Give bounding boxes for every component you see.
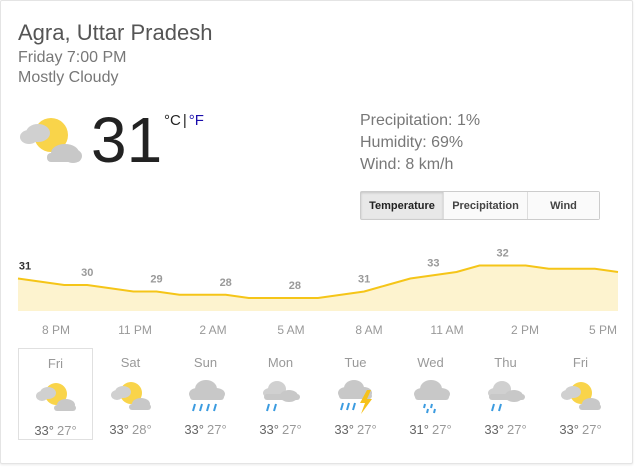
day-name: Wed xyxy=(417,355,444,370)
partly-cloudy-icon xyxy=(560,382,601,410)
time-label: 8 AM xyxy=(355,323,383,337)
low-temp: 27° xyxy=(282,422,302,437)
high-temp: 33° xyxy=(184,422,204,437)
precipitation-stat: Precipitation: 1% xyxy=(360,112,481,129)
wind-stat: Wind: 8 km/h xyxy=(360,156,454,173)
temperature-data-label: 29 xyxy=(150,274,162,286)
forecast-day[interactable]: Thu 33° 27° xyxy=(468,348,543,440)
time-label: 8 PM xyxy=(41,323,71,337)
forecast-day[interactable]: Wed 31° 27° xyxy=(393,348,468,440)
temperature-data-label: 28 xyxy=(220,277,232,289)
low-temp: 27° xyxy=(57,423,77,438)
temperature-chart[interactable]: 31 30 29 28 28 31 33 32 xyxy=(17,237,619,317)
day-name: Sat xyxy=(120,355,141,370)
high-temp: 33° xyxy=(559,422,579,437)
low-temp: 27° xyxy=(582,422,602,437)
high-temp: 31° xyxy=(409,422,429,437)
time-label: 2 PM xyxy=(510,323,540,337)
partly-cloudy-icon xyxy=(20,118,82,163)
temperature-data-label: 30 xyxy=(81,267,93,279)
condition-text: Mostly Cloudy xyxy=(18,69,119,86)
tab-wind[interactable]: Wind xyxy=(528,192,599,219)
high-temp: 33° xyxy=(334,422,354,437)
forecast-day[interactable]: Sun 33° 27° xyxy=(168,348,243,440)
weather-header: Agra, Uttar Pradesh Friday 7:00 PM Mostl… xyxy=(18,20,212,88)
unit-separator: | xyxy=(182,112,187,129)
location-title: Agra, Uttar Pradesh xyxy=(18,20,213,45)
day-name: Mon xyxy=(267,355,294,370)
day-name: Fri xyxy=(572,355,589,370)
unit-toggle: °C | °F xyxy=(164,112,204,129)
tab-precipitation[interactable]: Precipitation xyxy=(444,192,528,219)
partly-cloudy-icon xyxy=(110,382,151,410)
low-temp: 27° xyxy=(207,422,227,437)
partly-cloudy-icon xyxy=(35,383,76,411)
temperature-data-label: 32 xyxy=(496,248,508,260)
forecast-day[interactable]: Mon 33° 27° xyxy=(243,348,318,440)
rain-icon xyxy=(188,380,225,412)
light-rain-icon xyxy=(413,380,450,414)
time-label: 2 AM xyxy=(199,323,227,337)
forecast-day[interactable]: Fri 33° 27° xyxy=(543,348,618,440)
day-name: Sun xyxy=(193,355,218,370)
low-temp: 27° xyxy=(432,422,452,437)
low-temp: 27° xyxy=(357,422,377,437)
time-label: 5 AM xyxy=(277,323,305,337)
time-label: 11 AM xyxy=(430,323,464,337)
celsius-unit[interactable]: °C xyxy=(164,112,181,129)
weather-stats: Precipitation: 1% Humidity: 69% Wind: 8 … xyxy=(360,110,480,176)
forecast-day[interactable]: Sat 33° 28° xyxy=(93,348,168,440)
day-name: Fri xyxy=(47,356,64,371)
temperature-data-label: 33 xyxy=(427,257,439,269)
day-name: Thu xyxy=(494,355,517,370)
temperature-data-label: 28 xyxy=(289,280,301,292)
chart-tabs: Temperature Precipitation Wind xyxy=(360,191,600,220)
high-temp: 33° xyxy=(109,422,129,437)
daily-forecast: Fri 33° 27° Sat 33° 28° Sun 33° 27° Mon 33°… xyxy=(18,348,618,440)
high-temp: 33° xyxy=(484,422,504,437)
scattered-showers-icon xyxy=(487,381,525,412)
current-temperature: 31 xyxy=(91,104,163,176)
forecast-day[interactable]: Fri 33° 27° xyxy=(18,348,93,440)
time-axis: 8 PM 11 PM 2 AM 5 AM 8 AM 11 AM 2 PM 5 P… xyxy=(18,323,618,337)
tab-temperature[interactable]: Temperature xyxy=(361,192,444,219)
high-temp: 33° xyxy=(34,423,54,438)
fahrenheit-unit-link[interactable]: °F xyxy=(189,112,204,129)
low-temp: 27° xyxy=(507,422,527,437)
temperature-chart-svg: 31 30 29 28 28 31 33 32 xyxy=(17,248,619,311)
thunderstorm-icon xyxy=(337,380,372,414)
temperature-data-label: 31 xyxy=(358,274,370,286)
high-temp: 33° xyxy=(259,422,279,437)
low-temp: 28° xyxy=(132,422,152,437)
humidity-stat: Humidity: 69% xyxy=(360,134,464,151)
weather-card: Agra, Uttar Pradesh Friday 7:00 PM Mostl… xyxy=(0,0,633,464)
time-label: 5 PM xyxy=(588,323,618,337)
forecast-day[interactable]: Tue 33° 27° xyxy=(318,348,393,440)
scattered-showers-icon xyxy=(262,381,300,412)
temperature-data-label: 31 xyxy=(19,261,31,273)
time-label: 11 PM xyxy=(118,323,152,337)
datetime-text: Friday 7:00 PM xyxy=(18,49,127,66)
day-name: Tue xyxy=(344,355,367,370)
